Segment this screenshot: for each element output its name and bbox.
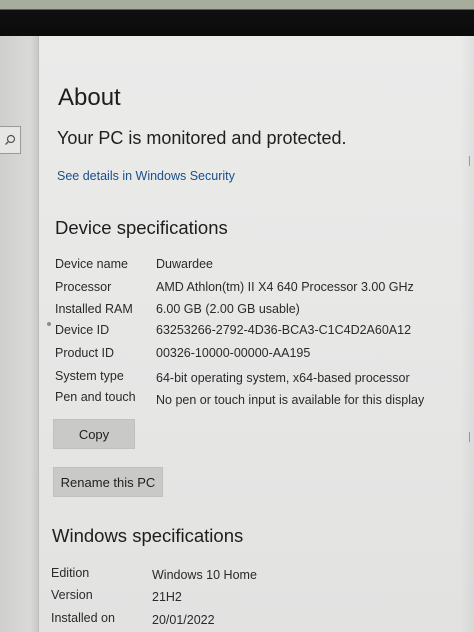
spec-label: Edition [51, 566, 90, 580]
spec-value: AMD Athlon(tm) II X4 640 Processor 3.00 … [156, 280, 414, 294]
page-title: About [58, 84, 121, 111]
monitor-bezel-top [0, 0, 474, 36]
spec-value: Duwardee [156, 257, 213, 271]
spec-label: System type [55, 369, 124, 383]
spec-label: Product ID [55, 346, 115, 360]
spec-value: 21H2 [152, 590, 182, 604]
scrollbar-tick [469, 156, 470, 166]
spec-value: 20/01/2022 [152, 613, 215, 627]
spec-label: Installed RAM [55, 302, 133, 316]
screen-edge-shadow [460, 36, 474, 632]
spec-label: Pen and touch [55, 390, 136, 404]
rename-pc-button[interactable]: Rename this PC [53, 467, 163, 497]
screen-dust-speck [47, 322, 51, 326]
spec-value: 6.00 GB (2.00 GB usable) [156, 302, 300, 316]
spec-value: Windows 10 Home [152, 568, 257, 582]
windows-security-link[interactable]: See details in Windows Security [57, 169, 235, 183]
scrollbar-tick [469, 432, 470, 442]
spec-label: Processor [55, 280, 112, 294]
spec-label: Device ID [55, 323, 110, 337]
search-button[interactable] [0, 126, 21, 154]
spec-value: 00326-10000-00000-AA195 [156, 346, 311, 360]
spec-label: Version [51, 588, 93, 602]
protection-status: Your PC is monitored and protected. [57, 128, 347, 148]
spec-label: Device name [55, 257, 128, 271]
spec-label: Installed on [51, 611, 115, 625]
spec-value: No pen or touch input is available for t… [156, 393, 425, 407]
search-icon [5, 134, 16, 145]
copy-button[interactable]: Copy [53, 419, 135, 449]
device-specifications-heading: Device specifications [55, 217, 228, 238]
spec-value: 64-bit operating system, x64-based proce… [156, 371, 410, 385]
windows-specifications-heading: Windows specifications [52, 525, 244, 546]
spec-value: 63253266-2792-4D36-BCA3-C1C4D2A60A12 [156, 323, 412, 337]
